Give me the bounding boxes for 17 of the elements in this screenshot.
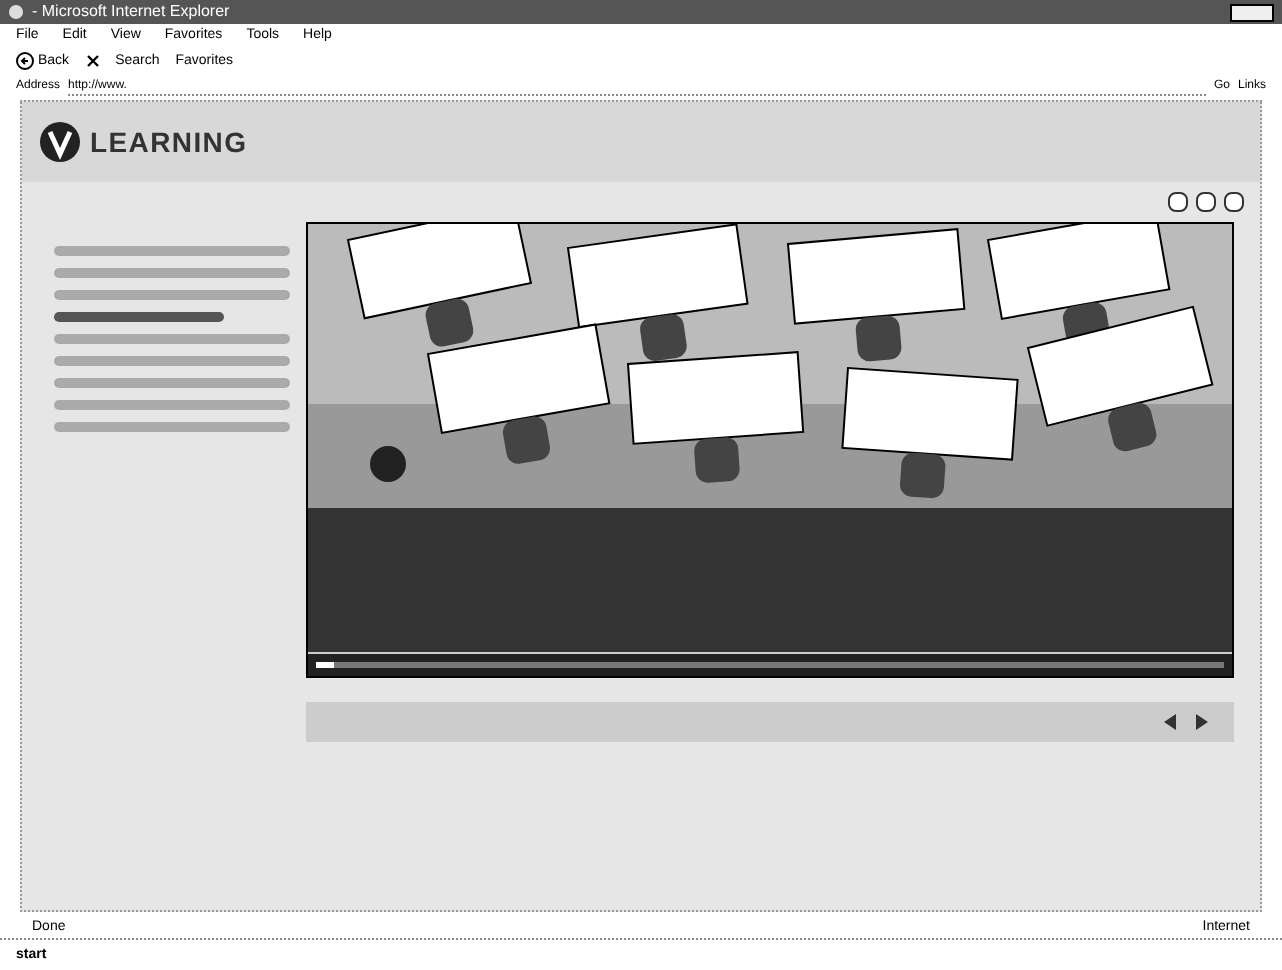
logo-text: LEARNING [90, 128, 248, 156]
sidebar-item[interactable] [54, 246, 290, 256]
sidebar-item[interactable] [54, 378, 290, 388]
browser-icon [8, 4, 24, 20]
sidebar-item[interactable] [54, 290, 290, 300]
previous-icon[interactable] [1162, 714, 1178, 730]
next-icon[interactable] [1194, 714, 1210, 730]
window-buttons[interactable] [1230, 3, 1274, 21]
sidebar-item[interactable] [54, 356, 290, 366]
sidebar-item[interactable] [54, 268, 290, 278]
sidebar-item[interactable] [54, 422, 290, 432]
sidebar-item[interactable] [54, 312, 224, 322]
window-title: - Microsoft Internet Explorer [32, 4, 230, 20]
sidebar-item[interactable] [54, 400, 290, 410]
logo-icon [38, 120, 82, 164]
sidebar-item[interactable] [54, 334, 290, 344]
stop-icon[interactable] [85, 54, 100, 68]
